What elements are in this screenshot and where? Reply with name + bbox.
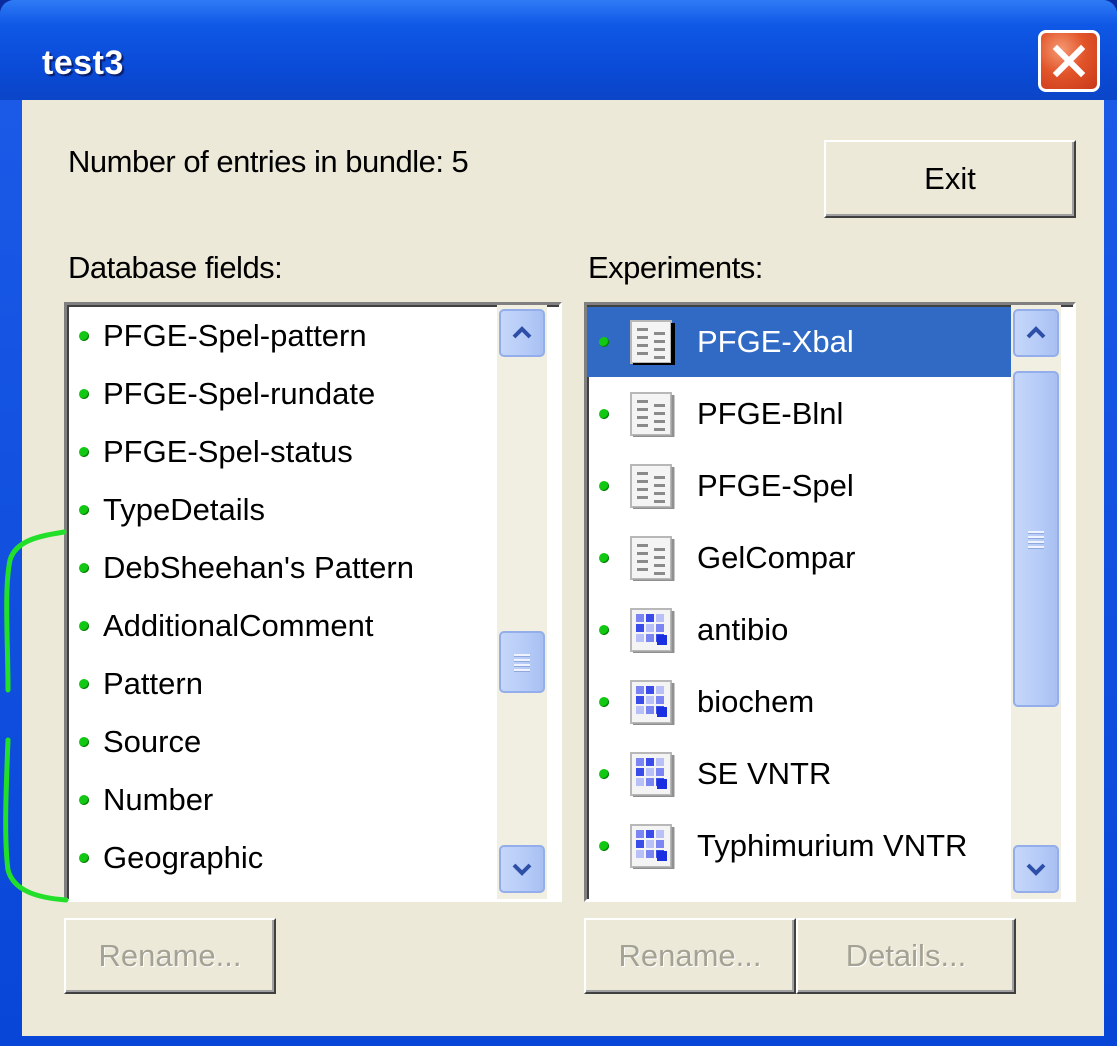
- status-dot-icon: [79, 853, 89, 863]
- status-dot-icon: [599, 841, 609, 851]
- experiment-list-item[interactable]: antibio: [587, 595, 1011, 665]
- chevron-down-icon: [512, 863, 532, 876]
- experiment-list-item-label: PFGE-Spel: [697, 468, 854, 503]
- field-list-item-label: AdditionalComment: [103, 608, 374, 643]
- field-list-item[interactable]: PFGE-Spel-status: [79, 423, 493, 481]
- status-dot-icon: [79, 795, 89, 805]
- status-dot-icon: [79, 679, 89, 689]
- status-dot-icon: [599, 337, 609, 347]
- status-dot-icon: [79, 331, 89, 341]
- experiment-list-item[interactable]: PFGE-Spel: [587, 451, 1011, 521]
- status-dot-icon: [599, 769, 609, 779]
- fingerprint-icon: [630, 320, 675, 367]
- status-dot-icon: [599, 553, 609, 563]
- character-grid-icon: [630, 608, 675, 655]
- experiment-list-item-selected[interactable]: PFGE-Xbal: [587, 307, 1011, 377]
- field-list-item-label: PFGE-Spel-pattern: [103, 318, 367, 353]
- experiment-list-item[interactable]: SE VNTR: [587, 739, 1011, 809]
- chevron-up-icon: [1026, 326, 1046, 339]
- field-list-item-label: PFGE-Spel-rundate: [103, 376, 376, 411]
- experiment-type-icon: [629, 751, 675, 799]
- field-list-item-label: DebSheehan's Pattern: [103, 550, 414, 585]
- experiment-list-item-label: Typhimurium VNTR: [697, 828, 968, 863]
- field-list-item-label: TypeDetails: [103, 492, 265, 527]
- database-fields-list[interactable]: PFGE-Spel-pattern PFGE-Spel-rundate PFGE-S…: [64, 302, 562, 902]
- experiment-list-item-label: antibio: [697, 612, 789, 647]
- character-grid-icon: [630, 824, 675, 871]
- field-list-item[interactable]: PFGE-Spel-pattern: [79, 307, 493, 365]
- details-button[interactable]: Details...: [796, 918, 1016, 994]
- close-button[interactable]: [1038, 30, 1100, 92]
- status-dot-icon: [79, 389, 89, 399]
- status-dot-icon: [599, 409, 609, 419]
- fingerprint-icon: [630, 536, 675, 583]
- experiment-list-item-label: GelCompar: [697, 540, 856, 575]
- experiment-type-icon: [629, 679, 675, 727]
- fields-scroll-down-button[interactable]: [499, 845, 545, 893]
- character-grid-icon: [630, 680, 675, 727]
- field-list-item[interactable]: AdditionalComment: [79, 597, 493, 655]
- rename-experiment-button[interactable]: Rename...: [584, 918, 796, 994]
- exit-button[interactable]: Exit: [824, 140, 1076, 218]
- fields-scrollbar[interactable]: [497, 305, 547, 899]
- close-icon: [1052, 44, 1086, 78]
- experiment-type-icon: [629, 391, 675, 439]
- experiments-scroll-up-button[interactable]: [1013, 309, 1059, 357]
- experiment-list-item-label: PFGE-Xbal: [697, 324, 854, 359]
- fingerprint-icon: [630, 392, 675, 439]
- field-list-item[interactable]: Number: [79, 771, 493, 829]
- window-title: test3: [42, 44, 124, 82]
- experiment-type-icon: [629, 463, 675, 511]
- status-dot-icon: [79, 505, 89, 515]
- experiment-type-icon: [629, 319, 675, 367]
- rename-field-button[interactable]: Rename...: [64, 918, 276, 994]
- status-dot-icon: [79, 447, 89, 457]
- chevron-down-icon: [1026, 863, 1046, 876]
- experiment-list-item-label: PFGE-Blnl: [697, 396, 844, 431]
- dialog-client-area: Number of entries in bundle: 5 Exit Data…: [22, 100, 1104, 1036]
- field-list-item-label: Geographic: [103, 840, 264, 875]
- experiment-type-icon: [629, 823, 675, 871]
- experiment-list-item-label: SE VNTR: [697, 756, 832, 791]
- experiment-list-item-label: biochem: [697, 684, 815, 719]
- field-list-item-label: Pattern: [103, 666, 203, 701]
- field-list-item[interactable]: TypeDetails: [79, 481, 493, 539]
- experiment-list-item[interactable]: Typhimurium VNTR: [587, 811, 1011, 881]
- fingerprint-icon: [630, 464, 675, 511]
- experiment-type-icon: [629, 535, 675, 583]
- field-list-item-label: Number: [103, 782, 214, 817]
- status-dot-icon: [599, 481, 609, 491]
- field-list-item-label: PFGE-Spel-status: [103, 434, 353, 469]
- chevron-up-icon: [512, 326, 532, 339]
- entries-count-label: Number of entries in bundle: 5: [68, 144, 469, 179]
- field-list-item[interactable]: Geographic: [79, 829, 493, 887]
- experiment-list-item[interactable]: GelCompar: [587, 523, 1011, 593]
- database-fields-label: Database fields:: [68, 250, 283, 285]
- experiments-scroll-down-button[interactable]: [1013, 845, 1059, 893]
- field-list-item[interactable]: PFGE-Spel-rundate: [79, 365, 493, 423]
- status-dot-icon: [599, 625, 609, 635]
- experiments-scroll-thumb[interactable]: [1013, 371, 1059, 707]
- status-dot-icon: [599, 697, 609, 707]
- character-grid-icon: [630, 752, 675, 799]
- experiments-scrollbar[interactable]: [1011, 305, 1061, 899]
- field-list-item-label: Source: [103, 724, 202, 759]
- title-bar[interactable]: test3: [0, 0, 1117, 100]
- experiment-list-item[interactable]: biochem: [587, 667, 1011, 737]
- fields-scroll-up-button[interactable]: [499, 309, 545, 357]
- dialog-window: test3 Number of entries in bundle: 5 Exi…: [0, 0, 1117, 1046]
- field-list-item[interactable]: Pattern: [79, 655, 493, 713]
- experiments-list[interactable]: PFGE-Xbal PFGE-Blnl PFGE-Spel GelCompar anti…: [584, 302, 1076, 902]
- fields-scroll-thumb[interactable]: [499, 631, 545, 693]
- field-list-item[interactable]: DebSheehan's Pattern: [79, 539, 493, 597]
- status-dot-icon: [79, 563, 89, 573]
- status-dot-icon: [79, 621, 89, 631]
- status-dot-icon: [79, 737, 89, 747]
- experiments-label: Experiments:: [588, 250, 763, 285]
- experiment-type-icon: [629, 607, 675, 655]
- field-list-item[interactable]: Source: [79, 713, 493, 771]
- experiment-list-item[interactable]: PFGE-Blnl: [587, 379, 1011, 449]
